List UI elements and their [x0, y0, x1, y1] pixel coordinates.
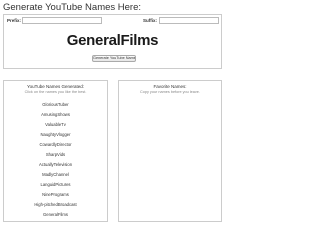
name-item[interactable]: GloriousTuber — [4, 100, 107, 110]
name-item[interactable]: LanguidPictures — [4, 180, 107, 190]
favorite-names-title: Favorite Names: — [153, 84, 187, 89]
page-heading: Generate YouTube Names Here: — [3, 2, 142, 13]
prefix-label: Prefix: — [7, 18, 22, 23]
favorite-names-hint: Copy your names before you leave. — [140, 90, 200, 94]
generated-names-title: YouTube Names Generated: — [27, 84, 84, 89]
name-item[interactable]: GeneralFilms — [4, 210, 107, 220]
name-item[interactable]: MadlyChannel — [4, 170, 107, 180]
prefix-input[interactable] — [22, 17, 102, 24]
suffix-input[interactable] — [159, 17, 219, 24]
name-item[interactable]: High-pitchedBroadcast — [4, 200, 107, 210]
generated-names-hint: Click on the names you like the best. — [24, 90, 87, 94]
generated-names-list: GloriousTuber AmusingShows ValuableTv Na… — [4, 100, 107, 220]
name-item[interactable]: CowardlyDirector — [4, 140, 107, 150]
generated-names-panel: YouTube Names Generated: Click on the na… — [3, 80, 108, 222]
page: Generate YouTube Names Here: Prefix: Suf… — [0, 0, 226, 223]
name-item[interactable]: ValuableTv — [4, 120, 107, 130]
name-item[interactable]: ActuallyTelevision — [4, 160, 107, 170]
suffix-label: Suffix: — [143, 18, 157, 23]
name-item[interactable]: SharpVids — [4, 150, 107, 160]
favorite-names-panel: Favorite Names: Copy your names before y… — [118, 80, 222, 222]
name-item[interactable]: AmusingShows — [4, 110, 107, 120]
generator-panel: Prefix: Suffix: GeneralFilms Generate Yo… — [3, 14, 222, 69]
generated-name-display: GeneralFilms — [66, 32, 159, 49]
name-item[interactable]: NaughtyVlogger — [4, 130, 107, 140]
generate-button[interactable]: Generate YouTube Names — [92, 55, 136, 62]
name-item[interactable]: NinePrograms — [4, 190, 107, 200]
